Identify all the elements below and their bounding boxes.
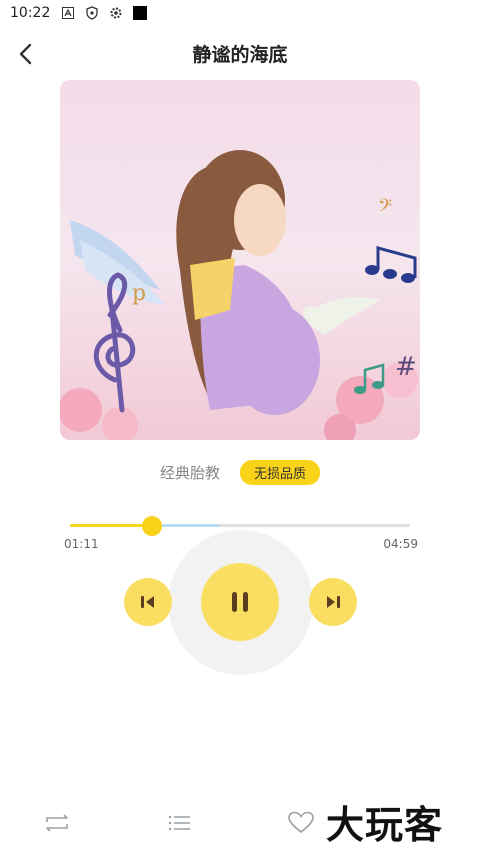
svg-text:𝄢: 𝄢: [378, 196, 392, 221]
status-time: 10:22: [10, 5, 51, 21]
svg-text:p: p: [132, 281, 146, 306]
total-time: 04:59: [383, 537, 418, 551]
progress-thumb[interactable]: [141, 516, 162, 536]
heart-icon: [288, 811, 314, 834]
category-label: 经典胎教: [159, 463, 220, 482]
repeat-button[interactable]: [40, 808, 74, 838]
track-meta: 经典胎教 无损品质: [0, 458, 480, 486]
quality-badge: 无损品质: [240, 459, 321, 485]
pause-icon: [232, 592, 248, 612]
status-bar: 10:22: [0, 0, 480, 26]
playlist-button[interactable]: [162, 808, 196, 838]
previous-button[interactable]: [124, 578, 172, 626]
skip-previous-icon: [141, 596, 154, 608]
shield-icon: [84, 5, 100, 21]
header: 静谧的海底: [0, 32, 480, 76]
favorite-button[interactable]: [284, 808, 318, 838]
repeat-icon: [46, 814, 68, 832]
skip-next-icon: [327, 596, 340, 608]
playlist-icon: [168, 815, 190, 831]
black-square-icon: [132, 5, 148, 21]
svg-text:#: #: [395, 352, 417, 382]
next-button[interactable]: [309, 578, 357, 626]
current-time: 01:11: [64, 537, 99, 551]
settings-gear-icon: [108, 5, 124, 21]
album-cover: 𝄢 # p: [60, 80, 420, 440]
watermark-logo: 大玩客: [326, 802, 444, 847]
pause-button[interactable]: [201, 563, 279, 641]
page-title: 静谧的海底: [192, 44, 288, 66]
progress-played: [70, 524, 152, 527]
notification-a-icon: [60, 5, 76, 21]
